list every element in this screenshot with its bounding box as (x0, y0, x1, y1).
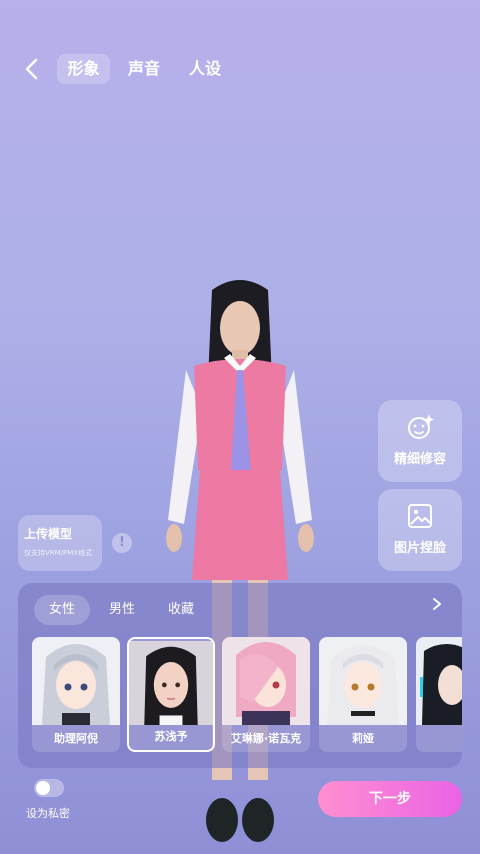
tab-image[interactable]: 形象 (57, 54, 110, 84)
character-portrait (222, 637, 310, 725)
character-name: 苏浅予 (154, 730, 188, 743)
character-name: 助理阿倪 (54, 732, 98, 745)
tab-male[interactable]: 男性 (102, 595, 142, 625)
character-portrait (319, 637, 407, 725)
character-card[interactable] (416, 637, 462, 752)
character-name: 莉娅 (352, 732, 374, 745)
photo-face-label: 图片捏脸 (393, 541, 446, 556)
upload-model-title: 上传模型 (24, 527, 73, 541)
upload-model-subtitle: 仅支持VRM/PMX格式 (24, 549, 93, 557)
character-card[interactable]: 莉娅 (319, 637, 407, 752)
character-portrait (32, 637, 120, 725)
character-card[interactable]: 艾琳娜·诺瓦克 (222, 637, 310, 752)
info-icon[interactable]: ! (112, 533, 132, 553)
next-button[interactable]: 下一步 (318, 781, 462, 817)
tab-female[interactable]: 女性 (34, 595, 90, 625)
character-name: 艾琳娜·诺瓦克 (230, 732, 302, 745)
tab-voice[interactable]: 声音 (122, 54, 166, 84)
tab-persona[interactable]: 人设 (182, 54, 228, 84)
toggle-knob (36, 781, 50, 795)
tab-favorites[interactable]: 收藏 (161, 595, 201, 625)
photo-face-button[interactable]: 图片捏脸 (378, 489, 462, 571)
character-portrait (129, 641, 213, 725)
back-button[interactable] (20, 56, 44, 82)
chevron-right-icon[interactable] (430, 597, 444, 611)
upload-model-button[interactable]: 上传模型 仅支持VRM/PMX格式 (18, 515, 102, 571)
character-card[interactable]: 苏浅予 (127, 637, 215, 752)
character-card[interactable]: 助理阿倪 (32, 637, 120, 752)
chevron-left-icon (25, 58, 38, 80)
image-icon (408, 504, 432, 528)
private-label: 设为私密 (26, 807, 70, 820)
refine-face-button[interactable]: 精细修容 (378, 400, 462, 482)
refine-face-label: 精细修容 (393, 452, 446, 467)
top-nav: 形象 声音 人设 (0, 52, 480, 86)
character-panel: 女性 男性 收藏 助理阿倪 苏浅予 艾琳娜·诺瓦克 莉娅 (18, 583, 462, 768)
character-list: 助理阿倪 苏浅予 艾琳娜·诺瓦克 莉娅 (30, 637, 462, 753)
character-portrait (416, 637, 462, 725)
private-toggle[interactable] (34, 779, 64, 797)
face-sparkle-icon (408, 414, 434, 439)
